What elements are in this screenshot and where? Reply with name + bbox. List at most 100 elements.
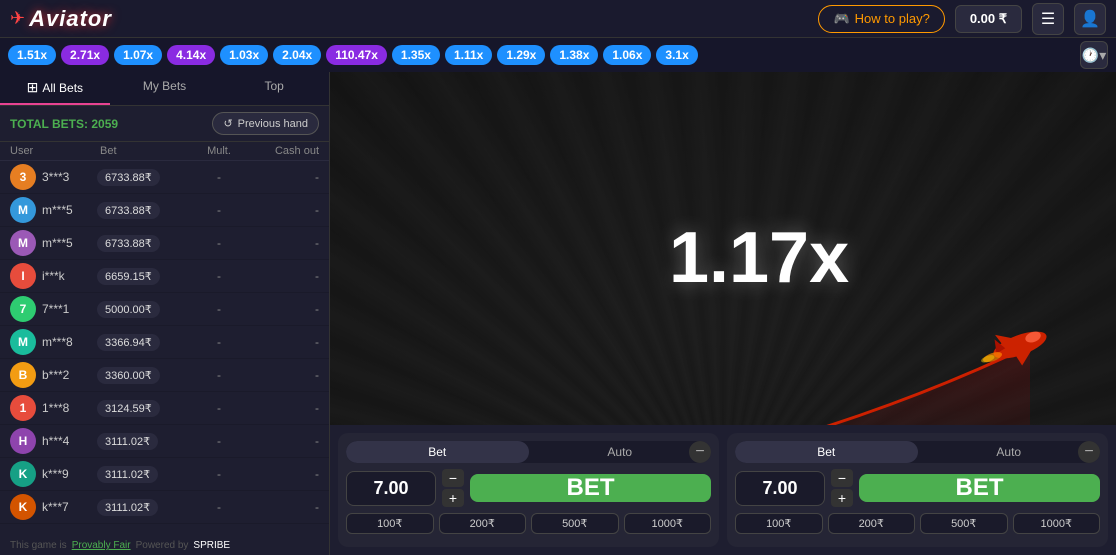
cash-out-value: -	[249, 203, 319, 217]
tab-all-bets[interactable]: ⊞ All Bets	[0, 72, 110, 105]
mult-value: -	[189, 203, 249, 217]
quick-amount-button[interactable]: 1000₹	[1013, 513, 1101, 534]
mult-value: -	[189, 401, 249, 415]
amount-controls: − +	[442, 469, 464, 507]
amount-minus-button[interactable]: −	[831, 469, 853, 487]
game-area: 1.17x	[330, 72, 1116, 555]
history-button[interactable]: 🕐▾	[1080, 41, 1108, 69]
bet-amount: 3360.00₹	[97, 367, 189, 384]
username: i***k	[42, 269, 97, 283]
refresh-icon: ↺	[223, 117, 232, 130]
bets-columns-header: User Bet Mult. Cash out	[0, 142, 329, 161]
table-row: M m***5 6733.88₹ - -	[0, 194, 329, 227]
avatar: K	[10, 494, 36, 520]
avatar: H	[10, 428, 36, 454]
table-row: I i***k 6659.15₹ - -	[0, 260, 329, 293]
multiplier-badge[interactable]: 2.04x	[273, 45, 321, 65]
total-bets-label: TOTAL BETS: 2059	[10, 117, 118, 131]
mult-value: -	[189, 500, 249, 514]
quick-amount-button[interactable]: 500₹	[531, 513, 619, 534]
username: m***5	[42, 203, 97, 217]
bet-amount: 3111.02₹	[97, 433, 189, 450]
username: k***7	[42, 500, 97, 514]
avatar: M	[10, 329, 36, 355]
cash-out-value: -	[249, 302, 319, 316]
logo-text: Aviator	[29, 6, 112, 32]
panel-tab-auto[interactable]: Auto	[529, 441, 712, 463]
amount-row: − + BET	[346, 469, 711, 507]
left-panel: ⊞ All Bets My Bets Top TOTAL BETS: 2059 …	[0, 72, 330, 555]
multiplier-badge[interactable]: 1.06x	[603, 45, 651, 65]
username: k***9	[42, 467, 97, 481]
bet-amount-input[interactable]	[346, 471, 436, 506]
multiplier-badge[interactable]: 1.29x	[497, 45, 545, 65]
bet-amount-input[interactable]	[735, 471, 825, 506]
balance-display: 0.00 ₹	[955, 5, 1022, 33]
cash-out-value: -	[249, 170, 319, 184]
quick-amounts: 100₹200₹500₹1000₹	[735, 513, 1100, 534]
cash-out-value: -	[249, 368, 319, 382]
multiplier-badge[interactable]: 110.47x	[326, 45, 387, 65]
panel-tab-bet[interactable]: Bet	[735, 441, 918, 463]
mult-value: -	[189, 335, 249, 349]
quick-amount-button[interactable]: 500₹	[920, 513, 1008, 534]
bet-amount: 3111.02₹	[97, 499, 189, 516]
cash-out-value: -	[249, 500, 319, 514]
quick-amount-button[interactable]: 100₹	[346, 513, 434, 534]
username: b***2	[42, 368, 97, 382]
quick-amount-button[interactable]: 1000₹	[624, 513, 712, 534]
menu-button[interactable]: ☰	[1032, 3, 1064, 35]
mult-value: -	[189, 467, 249, 481]
avatar: 1	[10, 395, 36, 421]
cash-out-value: -	[249, 236, 319, 250]
panel-tab-bet[interactable]: Bet	[346, 441, 529, 463]
bet-amount: 6733.88₹	[97, 169, 189, 186]
col-mult-header: Mult.	[189, 145, 249, 157]
cash-out-value: -	[249, 467, 319, 481]
table-row: M m***5 6733.88₹ - -	[0, 227, 329, 260]
provably-fair-link[interactable]: Provably Fair	[72, 540, 131, 551]
tab-my-bets[interactable]: My Bets	[110, 72, 220, 105]
multiplier-badge[interactable]: 2.71x	[61, 45, 109, 65]
bet-button[interactable]: BET	[470, 474, 711, 502]
panel-tabs: Bet Auto	[346, 441, 711, 463]
panel-tab-auto[interactable]: Auto	[918, 441, 1101, 463]
multiplier-badge[interactable]: 3.1x	[656, 45, 697, 65]
multiplier-badge[interactable]: 1.07x	[114, 45, 162, 65]
avatar: M	[10, 197, 36, 223]
table-row: K k***7 3111.02₹ - -	[0, 491, 329, 524]
multiplier-badge[interactable]: 1.35x	[392, 45, 440, 65]
avatar: M	[10, 230, 36, 256]
remove-panel-button[interactable]: −	[689, 441, 711, 463]
bet-amount: 6659.15₹	[97, 268, 189, 285]
quick-amounts: 100₹200₹500₹1000₹	[346, 513, 711, 534]
multiplier-badge[interactable]: 1.51x	[8, 45, 56, 65]
mult-value: -	[189, 302, 249, 316]
engine-label: SPRIBE	[193, 540, 230, 551]
bet-amount: 6733.88₹	[97, 235, 189, 252]
amount-plus-button[interactable]: +	[442, 489, 464, 507]
amount-plus-button[interactable]: +	[831, 489, 853, 507]
multiplier-badge[interactable]: 1.11x	[445, 45, 492, 65]
bet-amount: 3124.59₹	[97, 400, 189, 417]
quick-amount-button[interactable]: 100₹	[735, 513, 823, 534]
mult-value: -	[189, 269, 249, 283]
multiplier-badge[interactable]: 4.14x	[167, 45, 215, 65]
bet-amount: 3111.02₹	[97, 466, 189, 483]
previous-hand-button[interactable]: ↺ Previous hand	[212, 112, 319, 135]
remove-panel-button[interactable]: −	[1078, 441, 1100, 463]
question-icon: 🎮	[833, 11, 849, 27]
quick-amount-button[interactable]: 200₹	[828, 513, 916, 534]
avatar: I	[10, 263, 36, 289]
bet-button[interactable]: BET	[859, 474, 1100, 502]
how-to-play-button[interactable]: 🎮 How to play?	[818, 5, 944, 33]
tab-top[interactable]: Top	[219, 72, 329, 105]
panel-tabs: Bet Auto	[735, 441, 1100, 463]
multiplier-badge[interactable]: 1.03x	[220, 45, 268, 65]
amount-minus-button[interactable]: −	[442, 469, 464, 487]
avatar: B	[10, 362, 36, 388]
multiplier-badge[interactable]: 1.38x	[550, 45, 598, 65]
quick-amount-button[interactable]: 200₹	[439, 513, 527, 534]
table-row: 3 3***3 6733.88₹ - -	[0, 161, 329, 194]
user-button[interactable]: 👤	[1074, 3, 1106, 35]
